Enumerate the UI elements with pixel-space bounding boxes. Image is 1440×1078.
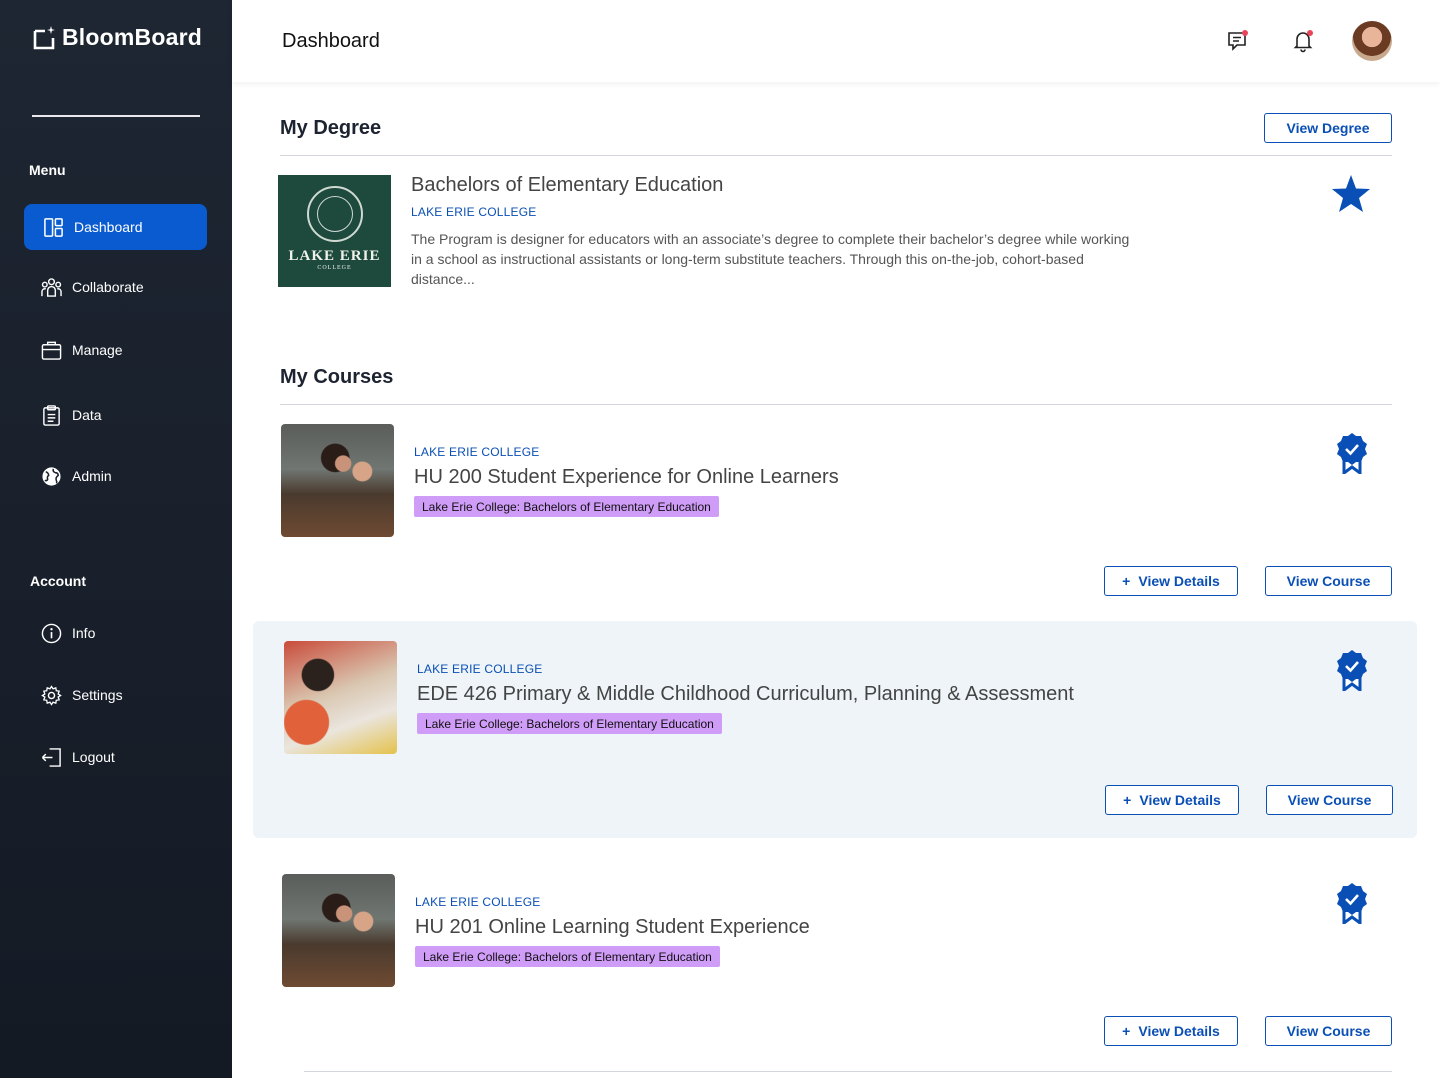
degree-title: Bachelors of Elementary Education bbox=[411, 174, 724, 196]
list-end-divider bbox=[304, 1071, 1392, 1072]
course-image bbox=[282, 874, 395, 987]
view-course-button[interactable]: View Course bbox=[1266, 785, 1393, 815]
degree-college: LAKE ERIE COLLEGE bbox=[411, 205, 537, 219]
sidebar-item-label: Data bbox=[72, 407, 102, 423]
sidebar-item-label: Collaborate bbox=[72, 279, 144, 295]
degree-divider bbox=[280, 155, 1392, 156]
view-course-button[interactable]: View Course bbox=[1265, 1016, 1392, 1046]
award-badge-icon bbox=[1336, 882, 1368, 926]
sidebar-item-label: Settings bbox=[72, 687, 123, 703]
globe-icon bbox=[40, 465, 62, 487]
courses-divider bbox=[280, 404, 1392, 405]
course-image bbox=[284, 641, 397, 754]
logo-college-name: LAKE ERIE bbox=[288, 247, 381, 264]
course-title[interactable]: HU 201 Online Learning Student Experienc… bbox=[415, 916, 810, 939]
course-college: LAKE ERIE COLLEGE bbox=[415, 895, 541, 909]
avatar[interactable] bbox=[1352, 21, 1392, 61]
college-logo-image: LAKE ERIE COLLEGE bbox=[278, 175, 391, 287]
view-details-button[interactable]: + View Details bbox=[1104, 566, 1238, 596]
sidebar-item-dashboard[interactable]: Dashboard bbox=[24, 204, 207, 250]
star-icon[interactable] bbox=[1330, 173, 1372, 215]
view-details-button[interactable]: + View Details bbox=[1105, 785, 1239, 815]
notification-dot bbox=[1307, 30, 1313, 36]
gear-icon bbox=[40, 684, 62, 706]
sidebar-item-logout[interactable]: Logout bbox=[24, 734, 207, 780]
view-details-label: View Details bbox=[1139, 792, 1221, 808]
sidebar-item-manage[interactable]: Manage bbox=[24, 327, 207, 373]
course-title[interactable]: HU 200 Student Experience for Online Lea… bbox=[414, 466, 839, 489]
college-seal-icon bbox=[306, 185, 363, 242]
brand-logo[interactable]: BloomBoard bbox=[32, 24, 202, 51]
view-course-button[interactable]: View Course bbox=[1265, 566, 1392, 596]
program-tag: Lake Erie College: Bachelors of Elementa… bbox=[415, 946, 720, 967]
people-icon bbox=[40, 276, 62, 298]
course-college: LAKE ERIE COLLEGE bbox=[414, 445, 540, 459]
program-tag: Lake Erie College: Bachelors of Elementa… bbox=[417, 713, 722, 734]
sidebar-item-label: Dashboard bbox=[74, 219, 143, 235]
view-degree-button[interactable]: View Degree bbox=[1264, 113, 1392, 143]
bell-icon[interactable] bbox=[1290, 28, 1316, 54]
unread-dot bbox=[1242, 30, 1248, 36]
my-degree-title: My Degree bbox=[280, 117, 382, 139]
view-details-label: View Details bbox=[1138, 1023, 1220, 1039]
view-details-label: View Details bbox=[1138, 573, 1220, 589]
message-icon[interactable] bbox=[1225, 28, 1251, 54]
plus-icon: + bbox=[1122, 573, 1131, 589]
plus-icon: + bbox=[1122, 1023, 1131, 1039]
program-tag: Lake Erie College: Bachelors of Elementa… bbox=[414, 496, 719, 517]
info-icon bbox=[40, 622, 62, 644]
sidebar-item-data[interactable]: Data bbox=[24, 392, 207, 438]
sidebar-item-label: Admin bbox=[72, 468, 112, 484]
plus-icon: + bbox=[1123, 792, 1132, 808]
course-college: LAKE ERIE COLLEGE bbox=[417, 662, 543, 676]
award-badge-icon bbox=[1336, 649, 1368, 693]
dashboard-icon bbox=[42, 216, 64, 238]
top-header: Dashboard bbox=[232, 0, 1440, 82]
briefcase-icon bbox=[40, 339, 62, 361]
sidebar-item-info[interactable]: Info bbox=[24, 610, 207, 656]
logout-icon bbox=[40, 746, 62, 768]
brand-name: BloomBoard bbox=[62, 24, 202, 50]
sidebar-item-label: Manage bbox=[72, 342, 123, 358]
sidebar-item-label: Info bbox=[72, 625, 96, 641]
sidebar-divider bbox=[32, 115, 200, 117]
logo-college-sub: COLLEGE bbox=[317, 264, 352, 271]
page-title: Dashboard bbox=[282, 30, 380, 52]
sidebar-item-label: Logout bbox=[72, 749, 115, 765]
account-section-label: Account bbox=[30, 573, 86, 589]
award-badge-icon bbox=[1336, 432, 1368, 476]
sidebar: BloomBoard Menu Dashboard Collaborate Ma… bbox=[0, 0, 232, 1078]
view-details-button[interactable]: + View Details bbox=[1104, 1016, 1238, 1046]
menu-section-label: Menu bbox=[29, 162, 66, 178]
my-courses-title: My Courses bbox=[280, 366, 394, 388]
clipboard-icon bbox=[40, 404, 62, 426]
course-image bbox=[281, 424, 394, 537]
sidebar-item-settings[interactable]: Settings bbox=[24, 672, 207, 718]
degree-description: The Program is designer for educators wi… bbox=[411, 231, 1130, 287]
logo-mark-icon bbox=[32, 25, 58, 51]
sidebar-item-admin[interactable]: Admin bbox=[24, 453, 207, 499]
sidebar-item-collaborate[interactable]: Collaborate bbox=[24, 264, 207, 310]
course-title[interactable]: EDE 426 Primary & Middle Childhood Curri… bbox=[417, 683, 1074, 706]
